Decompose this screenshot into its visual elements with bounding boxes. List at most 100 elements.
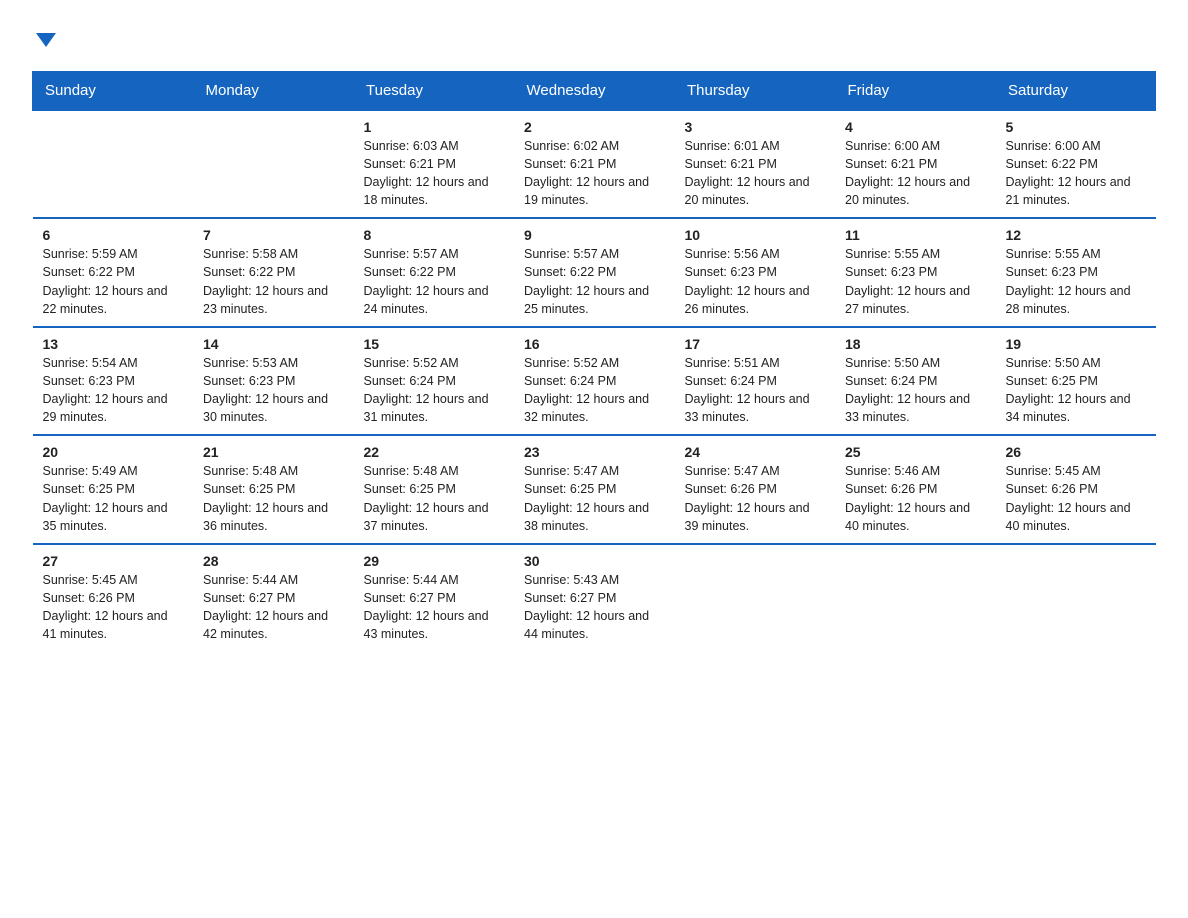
day-cell: 4Sunrise: 6:00 AM Sunset: 6:21 PM Daylig… [835, 110, 996, 219]
cell-inner: 8 Sunrise: 5:57 AM Sunset: 6:22 PM Daylig… [364, 227, 505, 318]
day-detail: Sunrise: 5:49 AM Sunset: 6:25 PM Dayligh… [43, 462, 184, 535]
cell-inner: 10Sunrise: 5:56 AM Sunset: 6:23 PM Dayli… [685, 227, 826, 318]
day-cell: 13 Sunrise: 5:54 AM Sunset: 6:23 PM Dayli… [33, 327, 194, 436]
header-row: SundayMondayTuesdayWednesdayThursdayFrid… [33, 71, 1157, 110]
day-cell: 22 Sunrise: 5:48 AM Sunset: 6:25 PM Dayli… [354, 435, 515, 544]
day-cell: 28 Sunrise: 5:44 AM Sunset: 6:27 PM Dayli… [193, 544, 354, 652]
day-number: 24 [685, 444, 826, 460]
day-number: 28 [203, 553, 344, 569]
cell-inner: 7Sunrise: 5:58 AM Sunset: 6:22 PM Daylig… [203, 227, 344, 318]
day-cell: 15Sunrise: 5:52 AM Sunset: 6:24 PM Dayli… [354, 327, 515, 436]
day-number: 2 [524, 119, 665, 135]
day-cell: 16Sunrise: 5:52 AM Sunset: 6:24 PM Dayli… [514, 327, 675, 436]
day-detail: Sunrise: 5:46 AM Sunset: 6:26 PM Dayligh… [845, 462, 986, 535]
day-number: 9 [524, 227, 665, 243]
cell-inner: 27 Sunrise: 5:45 AM Sunset: 6:26 PM Dayli… [43, 553, 184, 644]
day-detail: Sunrise: 5:58 AM Sunset: 6:22 PM Dayligh… [203, 245, 344, 318]
day-cell: 11Sunrise: 5:55 AM Sunset: 6:23 PM Dayli… [835, 218, 996, 327]
day-detail: Sunrise: 5:56 AM Sunset: 6:23 PM Dayligh… [685, 245, 826, 318]
day-detail: Sunrise: 5:44 AM Sunset: 6:27 PM Dayligh… [203, 571, 344, 644]
cell-inner: 28 Sunrise: 5:44 AM Sunset: 6:27 PM Dayli… [203, 553, 344, 644]
day-cell: 14Sunrise: 5:53 AM Sunset: 6:23 PM Dayli… [193, 327, 354, 436]
day-cell [33, 110, 194, 219]
header-cell-friday: Friday [835, 71, 996, 110]
day-number: 1 [364, 119, 505, 135]
day-cell: 23Sunrise: 5:47 AM Sunset: 6:25 PM Dayli… [514, 435, 675, 544]
day-detail: Sunrise: 5:45 AM Sunset: 6:26 PM Dayligh… [1006, 462, 1147, 535]
day-detail: Sunrise: 5:55 AM Sunset: 6:23 PM Dayligh… [1006, 245, 1147, 318]
day-cell: 5Sunrise: 6:00 AM Sunset: 6:22 PM Daylig… [996, 110, 1157, 219]
day-number: 14 [203, 336, 344, 352]
cell-inner: 12 Sunrise: 5:55 AM Sunset: 6:23 PM Dayli… [1006, 227, 1147, 318]
day-detail: Sunrise: 5:48 AM Sunset: 6:25 PM Dayligh… [364, 462, 505, 535]
day-number: 27 [43, 553, 184, 569]
day-number: 30 [524, 553, 665, 569]
day-detail: Sunrise: 5:47 AM Sunset: 6:26 PM Dayligh… [685, 462, 826, 535]
day-number: 29 [364, 553, 505, 569]
cell-inner: 18Sunrise: 5:50 AM Sunset: 6:24 PM Dayli… [845, 336, 986, 427]
day-cell: 2Sunrise: 6:02 AM Sunset: 6:21 PM Daylig… [514, 110, 675, 219]
day-cell: 17Sunrise: 5:51 AM Sunset: 6:24 PM Dayli… [675, 327, 836, 436]
day-detail: Sunrise: 6:03 AM Sunset: 6:21 PM Dayligh… [364, 137, 505, 210]
day-number: 3 [685, 119, 826, 135]
day-cell: 9 Sunrise: 5:57 AM Sunset: 6:22 PM Daylig… [514, 218, 675, 327]
day-cell: 29Sunrise: 5:44 AM Sunset: 6:27 PM Dayli… [354, 544, 515, 652]
cell-inner: 24 Sunrise: 5:47 AM Sunset: 6:26 PM Dayli… [685, 444, 826, 535]
day-detail: Sunrise: 6:01 AM Sunset: 6:21 PM Dayligh… [685, 137, 826, 210]
cell-inner: 3 Sunrise: 6:01 AM Sunset: 6:21 PM Daylig… [685, 119, 826, 210]
logo [32, 24, 56, 55]
day-detail: Sunrise: 5:57 AM Sunset: 6:22 PM Dayligh… [364, 245, 505, 318]
day-cell: 21Sunrise: 5:48 AM Sunset: 6:25 PM Dayli… [193, 435, 354, 544]
cell-inner: 20 Sunrise: 5:49 AM Sunset: 6:25 PM Dayli… [43, 444, 184, 535]
header-cell-sunday: Sunday [33, 71, 194, 110]
day-cell: 19 Sunrise: 5:50 AM Sunset: 6:25 PM Dayli… [996, 327, 1157, 436]
day-number: 6 [43, 227, 184, 243]
cell-inner: 29Sunrise: 5:44 AM Sunset: 6:27 PM Dayli… [364, 553, 505, 644]
header-cell-tuesday: Tuesday [354, 71, 515, 110]
day-cell: 12 Sunrise: 5:55 AM Sunset: 6:23 PM Dayli… [996, 218, 1157, 327]
cell-inner: 16Sunrise: 5:52 AM Sunset: 6:24 PM Dayli… [524, 336, 665, 427]
day-number: 17 [685, 336, 826, 352]
day-number: 8 [364, 227, 505, 243]
day-number: 25 [845, 444, 986, 460]
day-number: 12 [1006, 227, 1147, 243]
cell-inner: 15Sunrise: 5:52 AM Sunset: 6:24 PM Dayli… [364, 336, 505, 427]
cell-inner: 1 Sunrise: 6:03 AM Sunset: 6:21 PM Daylig… [364, 119, 505, 210]
day-cell: 10Sunrise: 5:56 AM Sunset: 6:23 PM Dayli… [675, 218, 836, 327]
week-row-2: 6Sunrise: 5:59 AM Sunset: 6:22 PM Daylig… [33, 218, 1157, 327]
week-row-4: 20 Sunrise: 5:49 AM Sunset: 6:25 PM Dayli… [33, 435, 1157, 544]
day-number: 13 [43, 336, 184, 352]
day-cell: 26Sunrise: 5:45 AM Sunset: 6:26 PM Dayli… [996, 435, 1157, 544]
day-number: 18 [845, 336, 986, 352]
day-number: 23 [524, 444, 665, 460]
day-number: 11 [845, 227, 986, 243]
day-detail: Sunrise: 5:50 AM Sunset: 6:25 PM Dayligh… [1006, 354, 1147, 427]
day-number: 19 [1006, 336, 1147, 352]
day-detail: Sunrise: 5:43 AM Sunset: 6:27 PM Dayligh… [524, 571, 665, 644]
cell-inner: 4Sunrise: 6:00 AM Sunset: 6:21 PM Daylig… [845, 119, 986, 210]
day-detail: Sunrise: 5:57 AM Sunset: 6:22 PM Dayligh… [524, 245, 665, 318]
cell-inner: 14Sunrise: 5:53 AM Sunset: 6:23 PM Dayli… [203, 336, 344, 427]
day-cell: 27 Sunrise: 5:45 AM Sunset: 6:26 PM Dayli… [33, 544, 194, 652]
cell-inner: 23Sunrise: 5:47 AM Sunset: 6:25 PM Dayli… [524, 444, 665, 535]
cell-inner: 9 Sunrise: 5:57 AM Sunset: 6:22 PM Daylig… [524, 227, 665, 318]
cell-inner: 25 Sunrise: 5:46 AM Sunset: 6:26 PM Dayli… [845, 444, 986, 535]
day-number: 4 [845, 119, 986, 135]
day-detail: Sunrise: 5:54 AM Sunset: 6:23 PM Dayligh… [43, 354, 184, 427]
cell-inner: 26Sunrise: 5:45 AM Sunset: 6:26 PM Dayli… [1006, 444, 1147, 535]
cell-inner: 22 Sunrise: 5:48 AM Sunset: 6:25 PM Dayli… [364, 444, 505, 535]
day-cell: 20 Sunrise: 5:49 AM Sunset: 6:25 PM Dayli… [33, 435, 194, 544]
cell-inner: 6Sunrise: 5:59 AM Sunset: 6:22 PM Daylig… [43, 227, 184, 318]
day-number: 20 [43, 444, 184, 460]
logo-triangle-icon [36, 33, 56, 47]
cell-inner: 17Sunrise: 5:51 AM Sunset: 6:24 PM Dayli… [685, 336, 826, 427]
day-detail: Sunrise: 5:45 AM Sunset: 6:26 PM Dayligh… [43, 571, 184, 644]
week-row-1: 1 Sunrise: 6:03 AM Sunset: 6:21 PM Daylig… [33, 110, 1157, 219]
day-cell: 3 Sunrise: 6:01 AM Sunset: 6:21 PM Daylig… [675, 110, 836, 219]
day-detail: Sunrise: 5:48 AM Sunset: 6:25 PM Dayligh… [203, 462, 344, 535]
day-cell: 7Sunrise: 5:58 AM Sunset: 6:22 PM Daylig… [193, 218, 354, 327]
logo-text [32, 24, 56, 55]
day-number: 15 [364, 336, 505, 352]
day-number: 22 [364, 444, 505, 460]
header-cell-monday: Monday [193, 71, 354, 110]
